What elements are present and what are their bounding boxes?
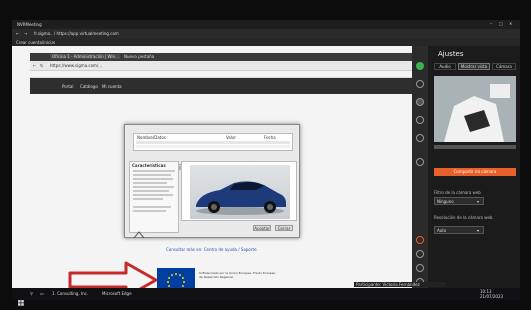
share-camera-button[interactable]: Compartir mi cámara (434, 168, 516, 176)
bookmarks-bar: Crear cuenta/iniciar (12, 39, 520, 46)
eu-star (179, 274, 181, 277)
close-button[interactable]: Cerrar (275, 225, 293, 231)
minimize-icon[interactable]: – (490, 21, 492, 26)
nav-item-3[interactable]: Mi cuenta (102, 84, 122, 89)
camera-preview (434, 76, 516, 142)
text-line (133, 186, 174, 188)
chevron-down-icon: ▾ (477, 228, 480, 233)
eu-star (181, 285, 184, 287)
tab-view[interactable]: Mostrar vista (458, 63, 490, 70)
windows-start-icon[interactable] (18, 291, 24, 306)
inner-back-icon[interactable]: ← (33, 63, 36, 68)
inner-bookmarks-bar (30, 71, 415, 78)
text-line (133, 182, 167, 184)
taskbar: ⚲ ▭ 1. Consulting, Inc. Microsoft Edge 1… (12, 288, 520, 306)
table-header-2: Valor (226, 135, 237, 140)
product-dialog: Nombre/Datos Valor Fecha DimensionesAcce… (124, 124, 300, 239)
filter-label: Filtro de la cámara web (434, 190, 481, 195)
layout-icon[interactable] (416, 250, 424, 258)
features-panel: Características (129, 161, 179, 239)
settings-title: Ajustes (438, 50, 464, 58)
inner-tab-1[interactable]: Oficina 1 - Administración | Win... (50, 54, 120, 59)
text-line (133, 194, 173, 196)
resolution-label: Resolución de la cámara web (434, 215, 493, 220)
bookmark-item[interactable]: Crear cuenta/iniciar (16, 40, 55, 45)
eu-star (171, 274, 173, 277)
features-title: Características (132, 163, 166, 168)
app-title: NVRMeeting (17, 22, 42, 27)
participants-icon[interactable] (416, 116, 424, 124)
tab-camera[interactable]: Cámara (492, 63, 516, 70)
taskbar-item-1[interactable]: 1. Consulting, Inc. (52, 291, 88, 296)
data-table: Nombre/Datos Valor Fecha (133, 133, 293, 151)
side-rail (412, 46, 428, 288)
table-header-3: Fecha (264, 135, 276, 140)
window-titlebar: NVRMeeting – □ ✕ (12, 20, 520, 29)
eu-star (181, 277, 184, 279)
forward-icon[interactable]: → (24, 31, 27, 36)
eu-star (183, 281, 185, 283)
resolution-select[interactable]: Auto ▾ (434, 226, 484, 234)
back-icon[interactable]: ← (16, 31, 19, 36)
settings-icon[interactable] (416, 158, 424, 166)
settings-tabs: Audio Mostrar vista Cámara (434, 62, 516, 70)
record-icon[interactable] (416, 236, 424, 244)
app-window: NVRMeeting – □ ✕ ← → fr.sigma.. / https:… (12, 20, 520, 299)
camera-icon[interactable] (416, 80, 424, 88)
settings-panel: Ajustes Audio Mostrar vista Cámara Compa… (412, 46, 520, 288)
help-link[interactable]: Consultar más en: Centro de ayuda / Sopo… (166, 247, 286, 252)
accept-button[interactable]: Aceptar (253, 225, 271, 231)
image-panel (181, 161, 297, 221)
eu-star (168, 285, 171, 287)
preview-progress (434, 145, 516, 149)
table-row[interactable] (136, 141, 290, 144)
eu-star (168, 277, 171, 279)
clock-date: 21/07/2023 (480, 294, 504, 299)
nav-item-1[interactable]: Portal (62, 84, 74, 89)
brand-logo (133, 224, 145, 239)
taskbar-item-2[interactable]: Microsoft Edge (102, 291, 132, 296)
shared-screen: Oficina 1 - Administración | Win... Nuev… (12, 46, 415, 299)
inner-address-bar[interactable]: ← ↻ https://www.sigma.com/... (30, 61, 415, 71)
url-text[interactable]: fr.sigma.. / https://app.virtualmeeting.… (34, 31, 204, 36)
fullscreen-icon[interactable] (416, 264, 424, 272)
text-line (133, 210, 166, 212)
close-icon[interactable]: ✕ (509, 21, 512, 26)
text-line (133, 190, 169, 192)
car-image (190, 165, 290, 219)
resolution-select-value: Auto (437, 228, 447, 233)
eu-star (167, 281, 169, 283)
search-icon[interactable]: ⚲ (30, 291, 33, 296)
text-line (133, 174, 171, 176)
text-line (133, 178, 173, 180)
table-row[interactable] (136, 145, 290, 148)
tab-audio[interactable]: Audio (434, 63, 456, 70)
filter-select[interactable]: Ninguno ▾ (434, 197, 484, 205)
inner-reload-icon[interactable]: ↻ (40, 63, 43, 68)
mic-icon[interactable] (416, 62, 424, 70)
inner-url[interactable]: https://www.sigma.com/... (50, 63, 200, 68)
share-icon[interactable] (416, 98, 424, 106)
table-header-1: Nombre/Datos (137, 135, 166, 140)
maximize-icon[interactable]: □ (499, 21, 503, 26)
text-line (133, 170, 175, 172)
chat-icon[interactable] (416, 134, 424, 142)
chevron-down-icon: ▾ (477, 199, 480, 204)
text-line (133, 198, 163, 200)
inner-browser-tabs: Oficina 1 - Administración | Win... Nuev… (30, 53, 415, 61)
participant-label: Participante: Victoria Fernández (354, 282, 446, 287)
eu-caption: Cofinanciado por la Unión Europea. Fondo… (199, 271, 276, 279)
folder-icon[interactable]: ▭ (40, 291, 44, 296)
address-bar[interactable]: ← → fr.sigma.. / https://app.virtualmeet… (12, 29, 520, 39)
inner-tab-2[interactable]: Nueva pestaña (124, 54, 168, 59)
filter-select-value: Ninguno (437, 199, 454, 204)
text-line (133, 206, 171, 208)
eu-star (175, 273, 177, 275)
inner-site-nav: Portal Catálogo Mi cuenta (30, 78, 415, 94)
nav-item-2[interactable]: Catálogo (80, 84, 98, 89)
